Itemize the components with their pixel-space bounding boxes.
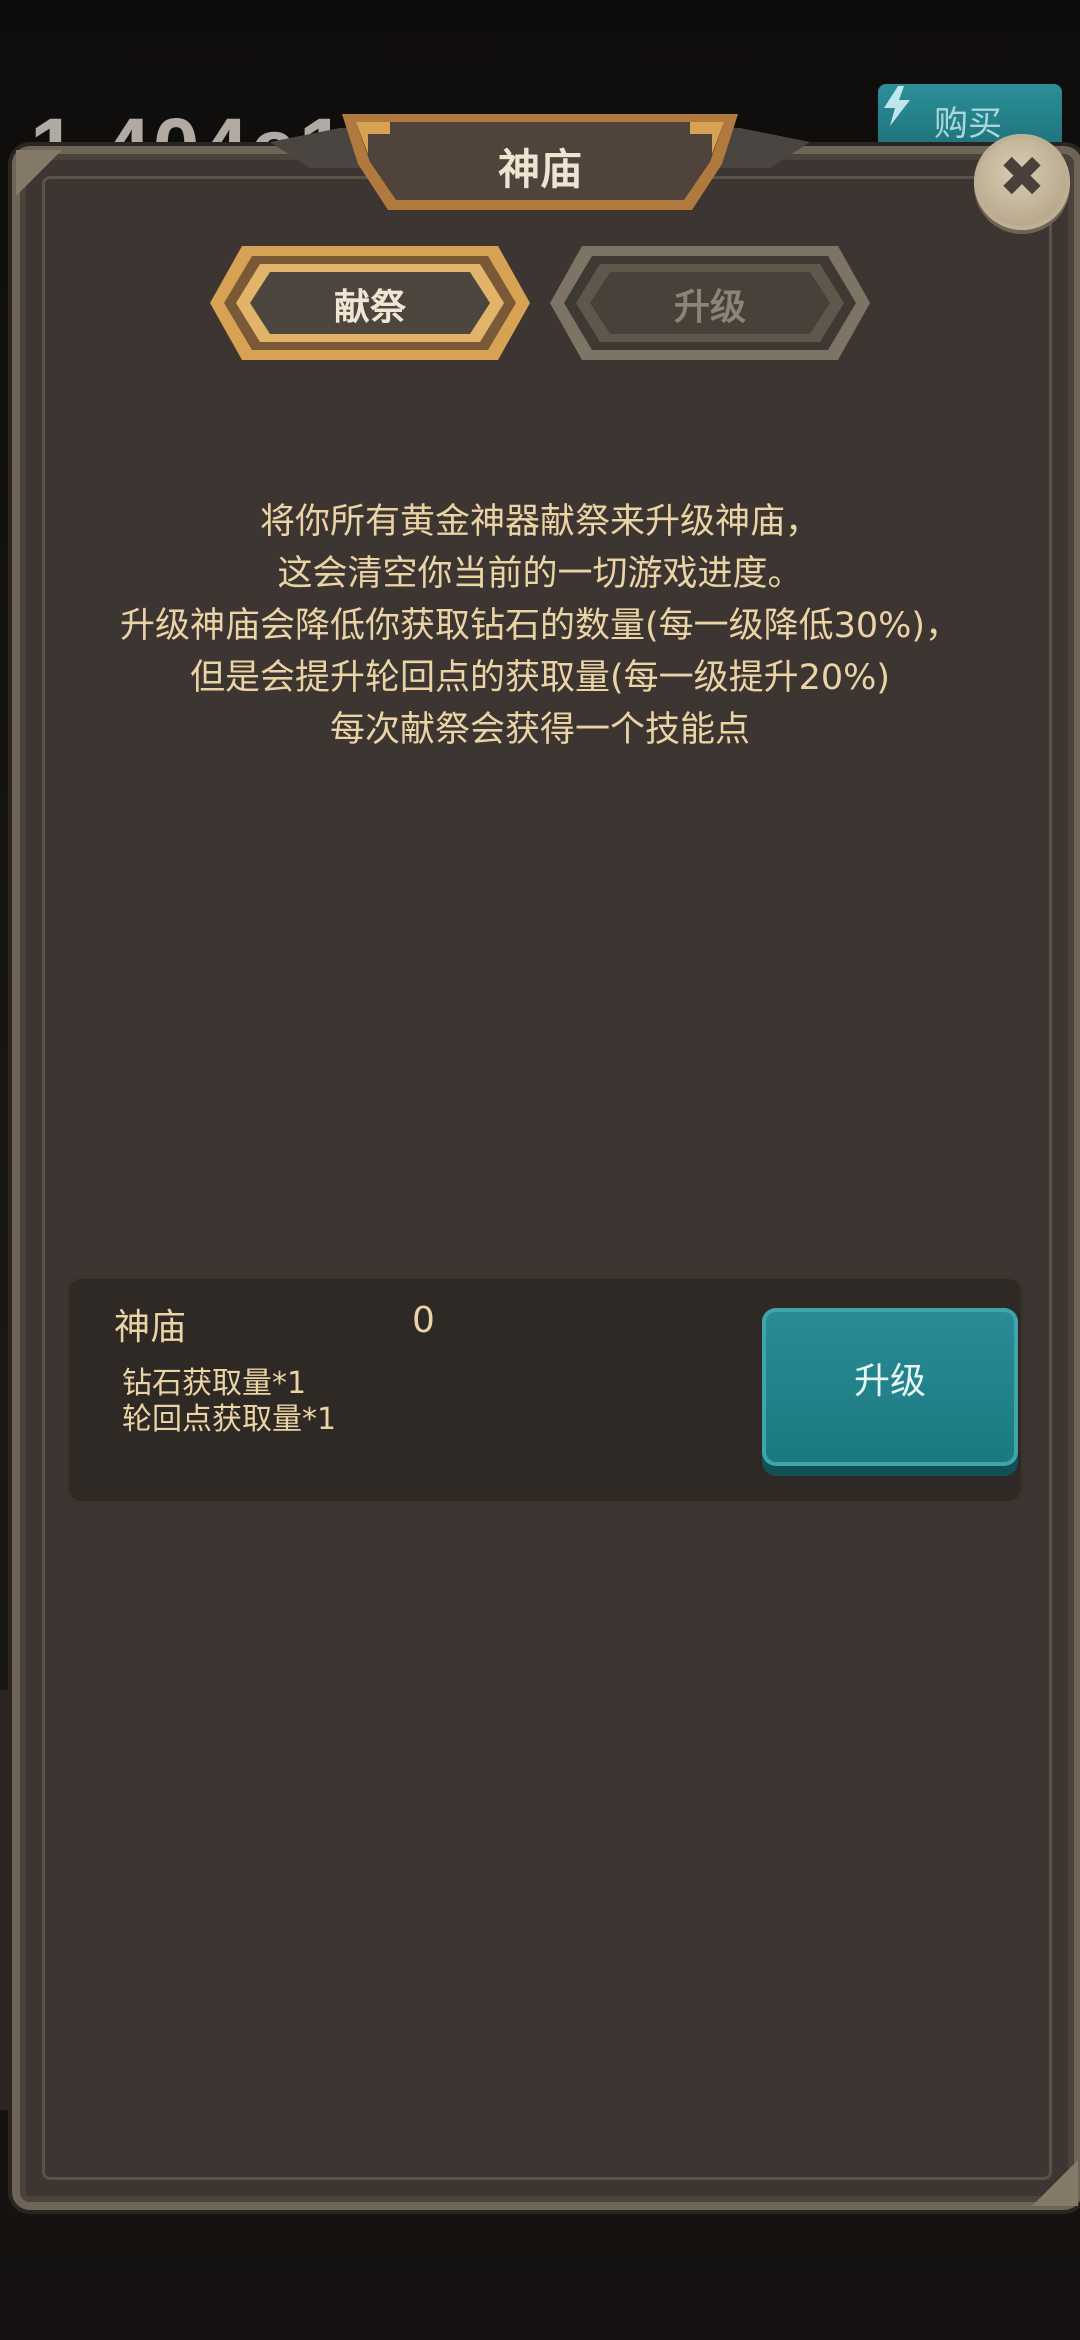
description-line: 将你所有黄金神器献祭来升级神庙， bbox=[259, 502, 820, 542]
close-icon: ✖ bbox=[998, 145, 1046, 210]
buy-label: 购买 bbox=[934, 104, 1002, 144]
game-screen: 1.404e1 购买 神庙 ✖ bbox=[0, 0, 1080, 2340]
dialog-inner-border bbox=[42, 176, 1052, 2180]
upgrade-button[interactable]: 升级 bbox=[762, 1308, 1018, 1466]
temple-description: 将你所有黄金神器献祭来升级神庙， 这会清空你当前的一切游戏进度。 升级神庙会降低… bbox=[40, 496, 1040, 756]
tab-upgrade-label: 升级 bbox=[673, 287, 746, 328]
description-line: 这会清空你当前的一切游戏进度。 bbox=[277, 554, 803, 594]
temple-dialog bbox=[12, 146, 1080, 2210]
lightning-icon bbox=[884, 86, 910, 126]
close-button[interactable]: ✖ bbox=[974, 134, 1070, 230]
tab-upgrade[interactable]: 升级 bbox=[548, 242, 872, 364]
temple-card: 神庙 0 钻石获取量*1 轮回点获取量*1 升级 bbox=[66, 1276, 1024, 1504]
description-line: 但是会提升轮回点的获取量(每一级提升20%) bbox=[189, 658, 891, 698]
description-line: 每次献祭会获得一个技能点 bbox=[329, 710, 750, 750]
tab-offer-label: 献祭 bbox=[333, 287, 406, 328]
dialog-title: 神庙 bbox=[497, 145, 582, 194]
corner-ornament bbox=[1032, 2160, 1078, 2206]
tab-offer[interactable]: 献祭 bbox=[208, 242, 532, 364]
description-line: 升级神庙会降低你获取钻石的数量(每一级降低30%)， bbox=[119, 606, 961, 646]
temple-level: 0 bbox=[412, 1300, 435, 1341]
temple-name: 神庙 bbox=[114, 1307, 187, 1348]
upgrade-button-label: 升级 bbox=[853, 1361, 926, 1402]
corner-ornament bbox=[16, 150, 62, 196]
reincarnation-gain-stat: 轮回点获取量*1 bbox=[122, 1402, 337, 1437]
